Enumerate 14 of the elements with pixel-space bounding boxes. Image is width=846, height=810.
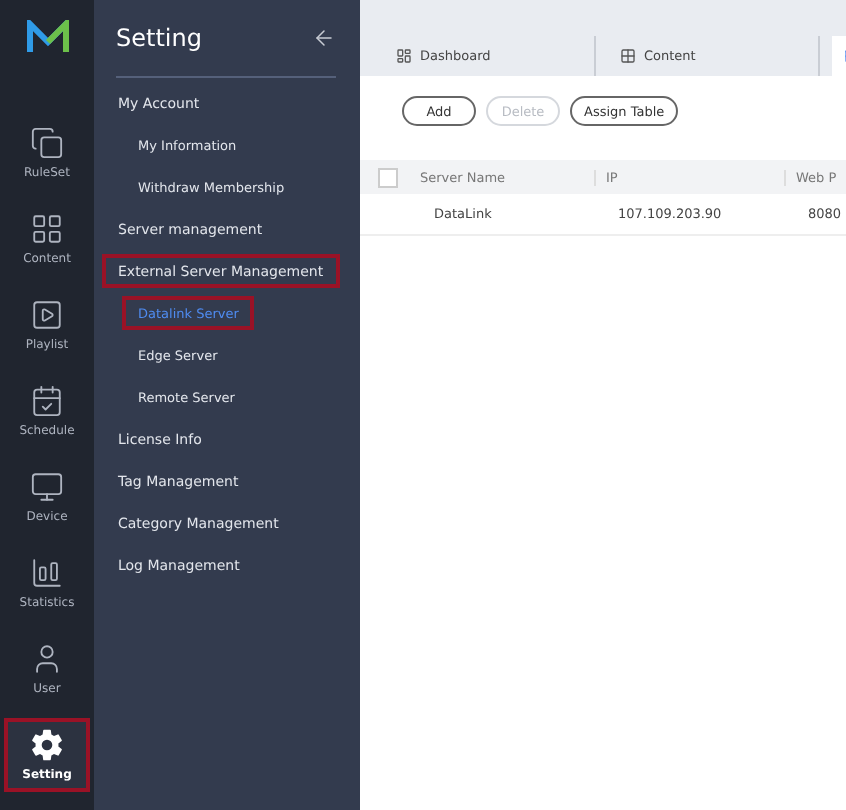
chart-icon — [30, 556, 64, 590]
play-icon — [30, 298, 64, 332]
grid-icon — [396, 48, 412, 64]
logo-icon — [25, 20, 69, 56]
header-checkbox[interactable] — [378, 167, 398, 187]
monitor-icon — [30, 470, 64, 504]
grid-icon — [620, 48, 636, 64]
copy-icon — [30, 126, 64, 160]
user-icon — [30, 642, 64, 676]
back-arrow-icon[interactable] — [312, 26, 336, 50]
grid-icon — [30, 212, 64, 246]
panel-title: Setting — [116, 24, 202, 52]
settings-icon — [30, 728, 64, 762]
calendar-icon — [30, 384, 64, 418]
